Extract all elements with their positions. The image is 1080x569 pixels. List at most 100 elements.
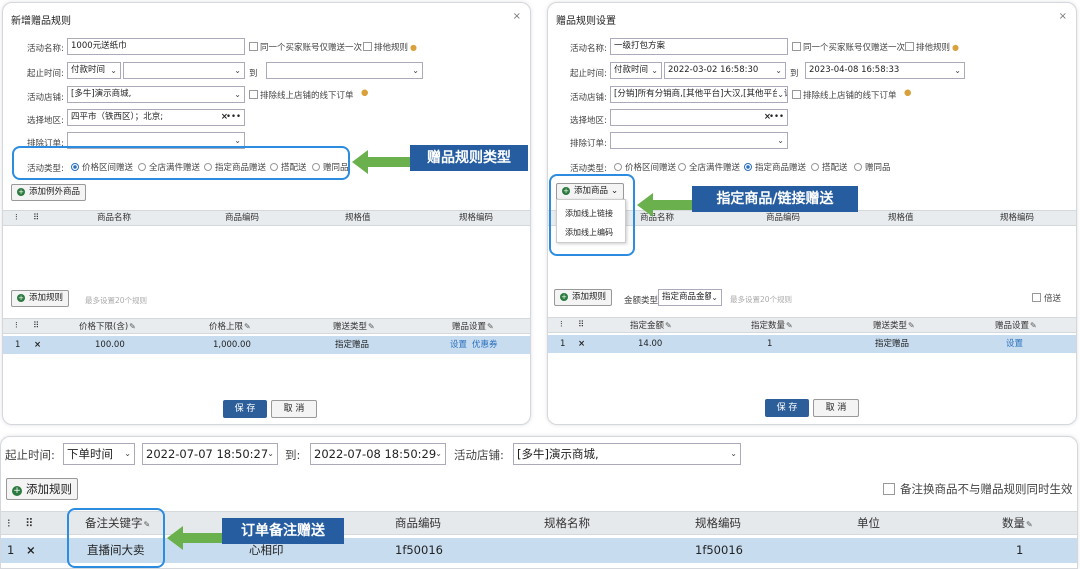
save-button[interactable]: 保 存	[223, 400, 267, 418]
exclusive-rule-checkbox[interactable]	[905, 42, 914, 51]
time-end-select[interactable]: 2022-07-08 18:50:29 ⌄	[310, 443, 446, 465]
cancel-button[interactable]: 取 消	[271, 400, 317, 418]
type-radio-store-full[interactable]: 全店满件赠送	[678, 161, 740, 173]
goods-header-spec-code: 规格编码	[1000, 213, 1035, 223]
time-type-select[interactable]: 下单时间 ⌄	[63, 443, 135, 465]
column-drag-icon[interactable]: ⠿	[33, 211, 39, 226]
row-price-high: 1,000.00	[213, 340, 251, 350]
remark-exclusive-checkbox[interactable]	[883, 483, 895, 495]
row-setting-link[interactable]: 设置	[1006, 335, 1023, 353]
row-delete-icon[interactable]: ×	[34, 336, 41, 354]
type-radio-bundle[interactable]: 搭配送	[811, 161, 848, 173]
pencil-icon[interactable]: ✎	[487, 322, 494, 331]
shop-select[interactable]: [分销]所有分销商,[其他平台]大汉,[其他平台]订 ⌄	[610, 86, 788, 103]
pencil-icon[interactable]: ✎	[665, 321, 672, 330]
table-row[interactable]: 1 × 100.00 1,000.00 指定赠品 设置 优惠券	[3, 336, 530, 354]
row-delete-icon[interactable]: ×	[26, 538, 36, 563]
more-icon[interactable]: •••	[769, 110, 784, 125]
column-menu-icon[interactable]: ⁝	[15, 319, 18, 334]
rule-table-header: ⁝ ⠿ 指定金额✎ 指定数量✎ 赠送类型✎ 赠品设置✎	[548, 317, 1076, 334]
pencil-icon[interactable]: ✎	[244, 322, 251, 331]
chevron-down-icon: ⌄	[267, 449, 274, 458]
time-end-select[interactable]: ⌄	[266, 62, 423, 79]
dialog-title: 赠品规则设置	[556, 16, 616, 27]
goods-header-code: 商品编码	[766, 213, 801, 223]
rule-table-header: ⁝ ⠿ 价格下限(含)✎ 价格上限✎ 赠送类型✎ 赠品设置✎	[3, 318, 530, 335]
time-end-select[interactable]: 2023-04-08 16:58:33 ⌄	[805, 62, 965, 79]
type-radio-specified-goods[interactable]: 指定商品赠送	[744, 161, 806, 173]
once-per-buyer-label: 同一个买家账号仅赠送一次	[803, 43, 906, 53]
shop-select[interactable]: [多牛]演示商城, ⌄	[513, 443, 741, 465]
region-input[interactable]: × •••	[610, 109, 788, 126]
chevron-down-icon: ⌄	[234, 66, 241, 75]
pencil-icon[interactable]: ✎	[908, 321, 915, 330]
more-icon[interactable]: •••	[226, 110, 241, 125]
table-row[interactable]: 1 × 14.00 1 指定赠品 设置	[548, 335, 1076, 353]
time-start-select[interactable]: ⌄	[123, 62, 245, 79]
activity-name-input[interactable]: 1000元送纸巾	[67, 38, 245, 55]
time-start-select[interactable]: 2022-07-07 18:50:27 ⌄	[142, 443, 278, 465]
column-drag-icon[interactable]: ⠿	[578, 318, 584, 333]
exclude-offline-checkbox[interactable]	[249, 90, 258, 99]
exclude-offline-checkbox[interactable]	[792, 90, 801, 99]
exclusive-rule-label: 排他规则	[916, 43, 951, 53]
save-button[interactable]: 保 存	[765, 399, 809, 417]
chevron-down-icon: ⌄	[711, 290, 718, 305]
multiple-gift-checkbox[interactable]	[1032, 293, 1041, 302]
arrow-left-icon	[637, 193, 693, 217]
chevron-down-icon: ⌄	[412, 66, 419, 75]
add-rule-button[interactable]: + 添加规则	[11, 290, 70, 307]
add-rule-button[interactable]: + 添加规则	[554, 289, 613, 306]
once-per-buyer-checkbox[interactable]	[792, 42, 801, 51]
add-exception-goods-button[interactable]: + 添加例外商品	[11, 184, 87, 201]
column-drag-icon[interactable]: ⠿	[25, 512, 33, 534]
pencil-icon[interactable]: ✎	[786, 321, 793, 330]
region-input[interactable]: 四平市（铁西区）；北京; × •••	[67, 109, 245, 126]
row-index: 1	[560, 339, 566, 349]
time-type-value: 付款时间	[71, 65, 106, 75]
exclusive-rule-checkbox[interactable]	[363, 42, 372, 51]
pencil-icon[interactable]: ✎	[368, 322, 375, 331]
activity-name-label: 活动名称:	[570, 44, 607, 54]
shop-label: 活动店铺:	[454, 448, 504, 462]
column-drag-icon[interactable]: ⠿	[33, 319, 39, 334]
column-menu-icon[interactable]: ⁝	[7, 512, 11, 534]
rule-type-highlight	[12, 146, 350, 180]
pencil-icon[interactable]: ✎	[1026, 520, 1033, 529]
type-radio-price-range[interactable]: 价格区间赠送	[614, 161, 676, 173]
cancel-button[interactable]: 取 消	[813, 399, 859, 417]
shop-value: [多牛]演示商城,	[71, 89, 132, 99]
type-radio-same-goods[interactable]: 赠同品	[854, 161, 891, 173]
to-label: 到:	[285, 448, 301, 462]
time-label: 起止时间:	[27, 69, 64, 79]
rule-header-gift-type: 赠送类型✎	[333, 319, 375, 335]
exclusive-rule-label: 排他规则	[374, 43, 409, 53]
rule-header-amount-text: 指定金额	[630, 321, 665, 331]
shop-value: [分销]所有分销商,[其他平台]大汉,[其他平台]订	[614, 89, 788, 99]
row-coupon-link[interactable]: 优惠券	[472, 336, 498, 354]
shop-select[interactable]: [多牛]演示商城, ⌄	[67, 86, 245, 103]
to-label: 到	[249, 69, 258, 79]
rule-header-gift-setting: 赠品设置✎	[995, 318, 1037, 334]
pencil-icon[interactable]: ✎	[129, 322, 136, 331]
exclude-order-select[interactable]: ⌄	[610, 132, 788, 149]
time-start-select[interactable]: 2022-03-02 16:58:30 ⌄	[664, 62, 786, 79]
row-setting-link[interactable]: 设置	[450, 336, 467, 354]
once-per-buyer-checkbox[interactable]	[249, 42, 258, 51]
rule-header-gift-type: 赠送类型✎	[873, 318, 915, 334]
row-delete-icon[interactable]: ×	[578, 335, 585, 353]
close-icon[interactable]: ×	[1059, 11, 1067, 22]
close-icon[interactable]: ×	[513, 11, 521, 22]
goods-table-header: ⁝ ⠿ 商品名称 商品编码 规格值 规格编码	[3, 210, 530, 226]
header-qty: 数量✎	[1002, 512, 1033, 536]
activity-name-input[interactable]: 一级打包方案	[610, 38, 788, 55]
pencil-icon[interactable]: ✎	[1030, 321, 1037, 330]
add-rule-button[interactable]: + 添加规则	[6, 478, 78, 500]
time-end-value: 2023-04-08 16:58:33	[809, 65, 900, 75]
time-type-select[interactable]: 付款时间 ⌄	[610, 62, 662, 79]
amount-type-select[interactable]: 指定商品金额 ⌄	[658, 289, 722, 306]
column-menu-icon[interactable]: ⁝	[560, 318, 563, 333]
time-type-select[interactable]: 付款时间 ⌄	[67, 62, 121, 79]
rule-header-gift-setting-text: 赠品设置	[995, 321, 1030, 331]
column-menu-icon[interactable]: ⁝	[15, 211, 18, 226]
